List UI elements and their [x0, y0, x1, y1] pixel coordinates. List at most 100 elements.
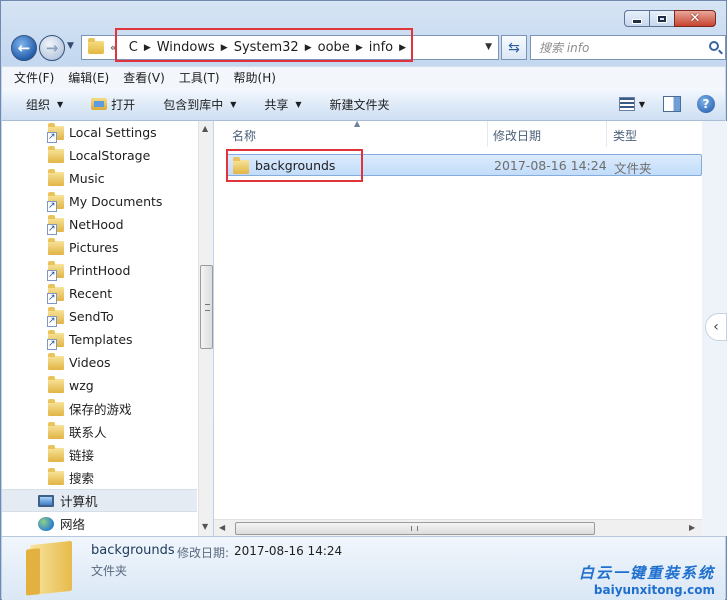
nav-pane-scroll-thumb[interactable] [200, 265, 213, 349]
view-dropdown-icon[interactable]: ▼ [639, 100, 645, 109]
include-in-library-button[interactable]: 包含到库中 ▼ [163, 96, 236, 113]
address-overflow-chevron[interactable]: « [110, 41, 117, 54]
nav-item-printhood[interactable]: PrintHood [2, 259, 197, 282]
change-view-icon[interactable] [618, 97, 635, 111]
nav-item-my-documents[interactable]: My Documents [2, 190, 197, 213]
file-list-scroll-thumb[interactable] [235, 522, 595, 535]
menu-edit[interactable]: 编辑(E) [68, 69, 109, 86]
folder-shortcut-icon [47, 306, 64, 327]
nav-item-wzg[interactable]: wzg [2, 374, 197, 397]
nav-item-saved-games[interactable]: 保存的游戏 [2, 397, 197, 420]
folder-icon [48, 421, 64, 439]
column-divider[interactable] [487, 121, 488, 147]
nav-item-computer[interactable]: 计算机 [2, 489, 197, 512]
nav-item-music[interactable]: Music [2, 167, 197, 190]
file-type: 文件夹 [614, 161, 652, 176]
refresh-icon: ⇆ [508, 39, 520, 56]
file-row-backgrounds[interactable]: backgrounds 2017-08-16 14:24 文件夹 [226, 154, 702, 176]
scroll-down-icon[interactable]: ▼ [202, 522, 208, 531]
menu-help[interactable]: 帮助(H) [234, 69, 276, 86]
watermark-url: baiyunxitong.com [593, 583, 715, 597]
close-button[interactable]: ✕ [674, 10, 716, 27]
nav-item-contacts[interactable]: 联系人 [2, 420, 197, 443]
nav-item-nethood[interactable]: NetHood [2, 213, 197, 236]
share-button[interactable]: 共享 ▼ [264, 96, 301, 113]
menu-bar: 文件(F) 编辑(E) 查看(V) 工具(T) 帮助(H) [2, 66, 725, 88]
breadcrumb-info[interactable]: info ▶ [363, 40, 406, 55]
nav-pane-scrollbar[interactable]: ▲ ▼ [198, 121, 213, 536]
breadcrumb-arrow-icon[interactable]: ▶ [305, 43, 312, 53]
breadcrumb-windows[interactable]: Windows ▶ [151, 40, 228, 55]
column-type[interactable]: 类型 [613, 127, 637, 144]
search-icon[interactable] [709, 41, 719, 51]
minimize-button[interactable] [624, 10, 650, 27]
column-modified[interactable]: 修改日期 [493, 127, 541, 144]
folder-icon [48, 168, 64, 186]
grip-icon [205, 304, 210, 311]
dropdown-caret-icon: ▼ [57, 99, 64, 109]
nav-item-recent[interactable]: Recent [2, 282, 197, 305]
forward-button[interactable]: → [39, 35, 65, 61]
refresh-button[interactable]: ⇆ [501, 35, 527, 60]
folder-shortcut-icon [47, 214, 64, 235]
address-dropdown-icon[interactable]: ▼ [485, 42, 492, 52]
nav-item-pictures[interactable]: Pictures [2, 236, 197, 259]
search-box[interactable] [530, 35, 726, 60]
menu-tools[interactable]: 工具(T) [179, 69, 220, 86]
details-pane: backgrounds 修改日期: 2017-08-16 14:24 文件夹 白… [2, 536, 725, 600]
nav-item-templates[interactable]: Templates [2, 328, 197, 351]
scroll-up-icon[interactable]: ▲ [202, 124, 208, 133]
breadcrumb-arrow-icon[interactable]: ▶ [399, 43, 406, 53]
recent-pages-dropdown[interactable]: ▼ [67, 41, 74, 51]
folder-icon [48, 237, 64, 255]
breadcrumb-arrow-icon[interactable]: ▶ [144, 43, 151, 53]
details-type: 文件夹 [91, 564, 128, 578]
open-button[interactable]: 打开 [91, 96, 135, 113]
folder-icon [48, 444, 64, 462]
nav-item-localstorage[interactable]: LocalStorage [2, 144, 197, 167]
details-modified-value: 2017-08-16 14:24 [234, 544, 343, 558]
help-icon[interactable]: ? [697, 95, 715, 113]
search-input[interactable] [537, 37, 697, 59]
menu-view[interactable]: 查看(V) [123, 69, 165, 86]
scroll-right-icon[interactable]: ▶ [689, 523, 695, 532]
open-folder-icon [91, 98, 108, 110]
nav-item-local-settings[interactable]: Local Settings [2, 121, 197, 144]
maximize-button[interactable] [649, 10, 675, 27]
file-list: ▲ 名称 修改日期 类型 backgrounds 2017-08-16 14:2… [214, 119, 702, 536]
dropdown-caret-icon: ▼ [295, 99, 302, 109]
address-bar[interactable]: « C ▶ Windows ▶ System32 ▶ oobe ▶ info ▶ ▼ [81, 35, 499, 60]
scroll-left-icon[interactable]: ◀ [219, 523, 225, 532]
file-list-h-scrollbar[interactable]: ◀ ▶ [214, 519, 702, 536]
folder-icon [233, 157, 249, 174]
nav-item-network[interactable]: 网络 [2, 512, 197, 535]
folder-shortcut-icon [47, 260, 64, 281]
menu-file[interactable]: 文件(F) [14, 69, 54, 86]
folder-shortcut-icon [47, 283, 64, 304]
breadcrumb-oobe[interactable]: oobe ▶ [312, 40, 363, 55]
navigation-pane: Local Settings LocalStorage Music My Doc… [2, 121, 213, 536]
collapse-pane-button[interactable]: ‹ [705, 313, 727, 341]
new-folder-button[interactable]: 新建文件夹 [330, 96, 390, 113]
folder-icon [88, 38, 104, 54]
breadcrumb-c[interactable]: C ▶ [123, 40, 151, 55]
back-arrow-icon: ← [17, 39, 31, 57]
maximize-icon [657, 14, 667, 23]
view-controls: ▼ ? [618, 95, 715, 113]
organize-button[interactable]: 组织 ▼ [26, 96, 63, 113]
nav-item-videos[interactable]: Videos [2, 351, 197, 374]
column-divider[interactable] [606, 121, 607, 147]
folder-shortcut-icon [47, 329, 64, 350]
folder-shortcut-icon [47, 191, 64, 212]
breadcrumb-system32[interactable]: System32 ▶ [228, 40, 312, 55]
breadcrumb-arrow-icon[interactable]: ▶ [221, 43, 228, 53]
nav-item-sendto[interactable]: SendTo [2, 305, 197, 328]
nav-item-links[interactable]: 链接 [2, 443, 197, 466]
preview-pane-icon[interactable] [663, 96, 681, 112]
computer-icon [38, 494, 54, 507]
nav-item-searches[interactable]: 搜索 [2, 466, 197, 489]
column-name[interactable]: 名称 [232, 127, 256, 144]
folder-icon [48, 375, 64, 393]
back-button[interactable]: ← [11, 35, 37, 61]
breadcrumb-arrow-icon[interactable]: ▶ [356, 43, 363, 53]
